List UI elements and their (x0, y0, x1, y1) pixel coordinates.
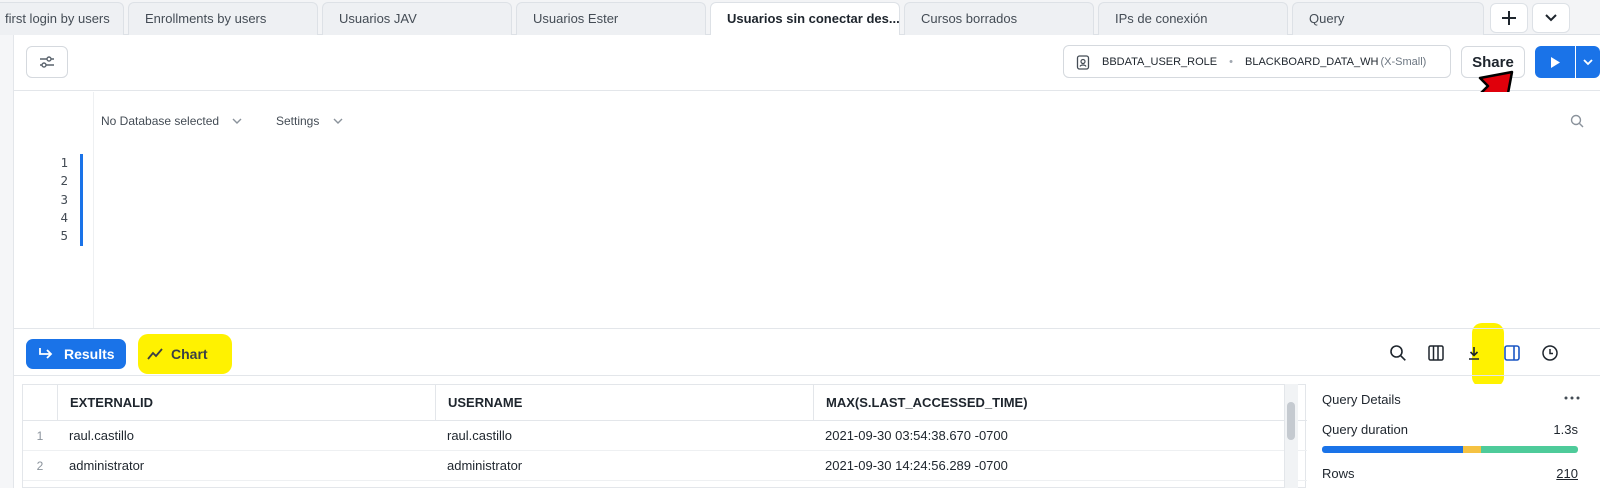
return-arrow-icon (39, 348, 53, 359)
tab-usuarios-sin-conectar[interactable]: Usuarios sin conectar des... (710, 2, 900, 36)
tab-label: Cursos borrados (921, 11, 1018, 26)
cell-max-time[interactable]: 2021-09-30 14:24:56.289 -0700 (813, 451, 1008, 481)
results-table: EXTERNALID USERNAME MAX(S.LAST_ACCESSED_… (22, 384, 1307, 488)
table-row[interactable]: 1 raul.castillo raul.castillo 2021-09-30… (23, 421, 1307, 451)
chart-tab-button[interactable]: Chart (138, 334, 232, 374)
line-number: 3 (60, 191, 68, 207)
tab-label: first login by users (5, 11, 110, 26)
line-number: 5 (60, 228, 68, 244)
sliders-icon (40, 56, 54, 68)
cell-username[interactable]: administrator (435, 451, 522, 481)
download-button[interactable] (1462, 341, 1486, 365)
tab-cursos-borrados[interactable]: Cursos borrados (904, 2, 1094, 35)
rows-label: Rows (1322, 466, 1355, 481)
tab-query[interactable]: Query (1292, 2, 1484, 35)
cell-externalid[interactable]: administrator (57, 451, 144, 481)
table-row[interactable]: 2 administrator administrator 2021-09-30… (23, 451, 1307, 481)
line-number: 4 (60, 209, 68, 225)
query-details-title: Query Details (1322, 392, 1401, 407)
gutter-divider (93, 92, 94, 328)
tab-label: Usuarios Ester (533, 11, 619, 26)
role-name: BBDATA_USER_ROLE (1102, 55, 1218, 68)
download-icon (1469, 347, 1479, 360)
columns-button[interactable] (1424, 341, 1448, 365)
duration-segment-queue (1463, 446, 1481, 453)
chevron-down-icon (333, 118, 343, 124)
sql-editor: No Database selected Settings 1 2 3 4 5 (14, 92, 1600, 328)
query-history-button[interactable] (1538, 341, 1562, 365)
more-options-button[interactable] (1564, 386, 1580, 405)
tab-label: IPs de conexión (1115, 11, 1208, 26)
query-duration-label: Query duration (1322, 422, 1408, 437)
add-worksheet-button[interactable] (1490, 3, 1528, 33)
table-header: EXTERNALID USERNAME MAX(S.LAST_ACCESSED_… (23, 385, 1307, 421)
active-block-indicator (80, 154, 83, 246)
warehouse-name: BLACKBOARD_DATA_WH (1245, 55, 1379, 68)
line-number: 2 (60, 173, 68, 189)
tab-usuarios-ester[interactable]: Usuarios Ester (516, 2, 706, 35)
tab-label: Usuarios sin conectar des... (727, 11, 900, 26)
clock-icon (1542, 345, 1558, 361)
worksheet-tab-bar: first login by users Enrollments by user… (0, 0, 1600, 36)
search-icon (1390, 345, 1406, 361)
tab-first-login-by-users[interactable]: first login by users (0, 2, 124, 35)
side-panel-icon (1504, 345, 1520, 361)
cell-externalid[interactable]: raul.castillo (57, 421, 134, 451)
plus-icon (1502, 11, 1516, 25)
row-index: 1 (36, 429, 44, 443)
results-header: Results Chart (14, 328, 1600, 376)
chevron-down-icon (1545, 14, 1557, 22)
warehouse-size: (X-Small) (1380, 55, 1427, 68)
more-horizontal-icon (1564, 396, 1580, 400)
duration-segment-execute (1481, 446, 1578, 453)
role-badge-icon (1076, 54, 1090, 70)
tab-label: Query (1309, 11, 1345, 26)
column-header-externalid[interactable]: EXTERNALID (57, 385, 435, 421)
editor-search-button[interactable] (1570, 114, 1584, 133)
chevron-down-icon (232, 118, 242, 124)
run-button[interactable] (1535, 46, 1575, 78)
run-options-button[interactable] (1576, 46, 1600, 78)
filters-button[interactable] (26, 46, 68, 78)
line-numbers: 1 2 3 4 5 (42, 154, 68, 245)
tab-label: Enrollments by users (145, 11, 267, 26)
context-selector[interactable]: BBDATA_USER_ROLE • BLACKBOARD_DATA_WH (X… (1063, 45, 1451, 78)
settings-menu[interactable]: Settings (276, 114, 343, 128)
search-icon (1570, 114, 1584, 128)
database-selector[interactable]: No Database selected (101, 114, 242, 128)
line-number: 1 (60, 155, 68, 170)
rows-count-link[interactable]: 210 (1556, 466, 1578, 481)
cell-max-time[interactable]: 2021-09-30 03:54:38.670 -0700 (813, 421, 1008, 451)
toggle-details-panel-button[interactable] (1500, 341, 1524, 365)
query-duration-value: 1.3s (1553, 422, 1578, 437)
column-header-username[interactable]: USERNAME (435, 385, 813, 421)
settings-label: Settings (276, 114, 320, 128)
tab-ips-de-conexion[interactable]: IPs de conexión (1098, 2, 1288, 35)
results-search-button[interactable] (1386, 341, 1410, 365)
query-details-panel: Query Details Query duration 1.3s Rows 2… (1312, 384, 1600, 488)
tab-label: Usuarios JAV (339, 11, 417, 26)
query-duration-bar (1322, 446, 1578, 453)
database-selector-label: No Database selected (101, 114, 220, 128)
column-header-max-last-accessed[interactable]: MAX(S.LAST_ACCESSED_TIME) (813, 385, 1307, 421)
left-side-strip (0, 35, 14, 488)
row-index: 2 (36, 459, 44, 473)
chevron-down-icon (1583, 59, 1593, 66)
chart-tab-label: Chart (171, 346, 208, 362)
tab-usuarios-jav[interactable]: Usuarios JAV (322, 2, 512, 35)
worksheet-toolbar: BBDATA_USER_ROLE • BLACKBOARD_DATA_WH (X… (14, 35, 1600, 91)
cell-username[interactable]: raul.castillo (435, 421, 512, 451)
play-icon (1551, 56, 1560, 68)
table-scrollbar-thumb[interactable] (1287, 402, 1295, 440)
results-tab-label: Results (64, 346, 115, 362)
tab-menu-button[interactable] (1532, 3, 1570, 33)
separator-dot: • (1229, 55, 1233, 68)
tab-enrollments-by-users[interactable]: Enrollments by users (128, 2, 318, 35)
line-chart-icon (147, 348, 163, 360)
duration-segment-compile (1322, 446, 1463, 453)
results-tab-button[interactable]: Results (26, 339, 126, 369)
columns-icon (1428, 345, 1444, 361)
